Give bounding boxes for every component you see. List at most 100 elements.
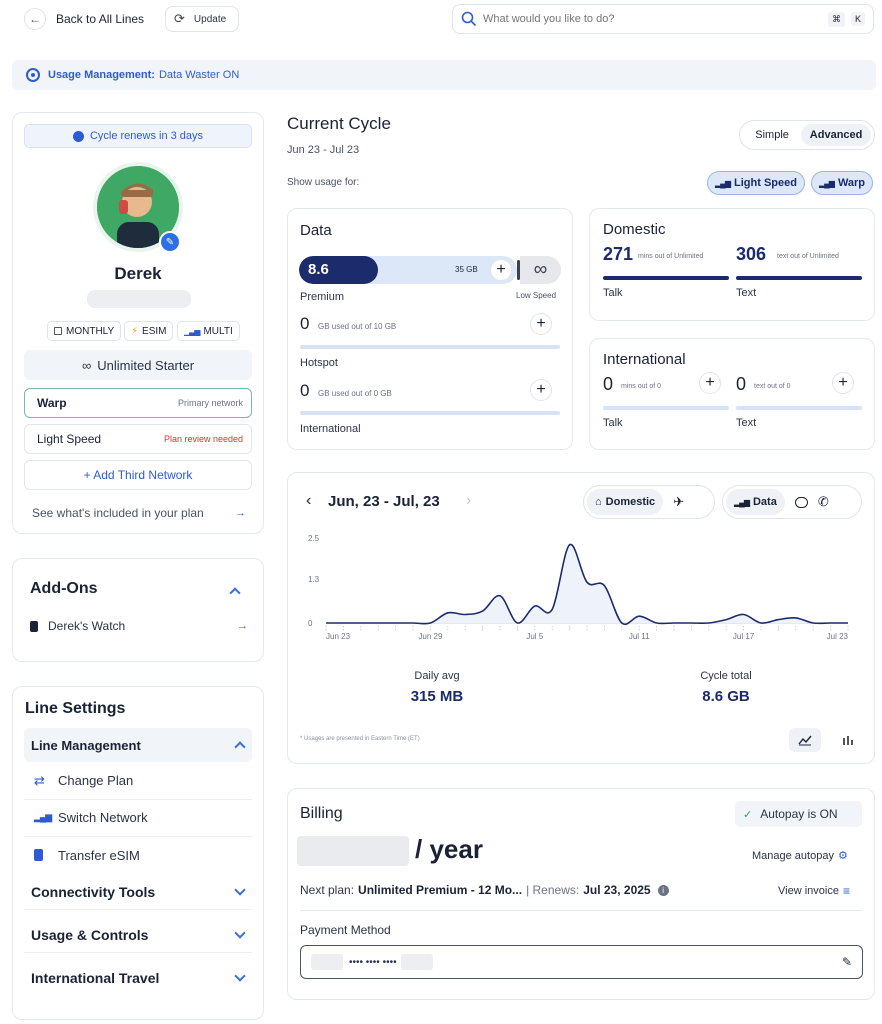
plan-name-box[interactable]: ∞ Unlimited Starter bbox=[24, 350, 252, 380]
switch-network-item[interactable]: ▂▄▆ Switch Network bbox=[24, 799, 252, 837]
manage-autopay-link[interactable]: Manage autopay ⚙ bbox=[752, 849, 848, 863]
mode-advanced-button[interactable]: Advanced bbox=[801, 124, 871, 146]
back-button[interactable]: ← Back to All Lines bbox=[14, 5, 152, 33]
scope-domestic-label: Domestic bbox=[605, 496, 656, 508]
usage-chart: 2.5 1.3 0 Jun 23 Jun 29 Jul 5 Jul 11 Jul 17 Jul… bbox=[308, 534, 849, 641]
view-invoice-label: View invoice bbox=[778, 885, 839, 897]
usage-management-banner[interactable]: Usage Management: Data Waster ON bbox=[12, 60, 876, 90]
view-invoice-link[interactable]: View invoice ≡ bbox=[778, 884, 850, 898]
line-chart-toggle[interactable] bbox=[789, 728, 821, 752]
prev-range-button[interactable]: ‹ bbox=[306, 492, 311, 510]
arrow-right-icon: → bbox=[237, 620, 248, 632]
filter-lightspeed-label: Light Speed bbox=[734, 177, 797, 189]
addons-card bbox=[12, 558, 264, 662]
payment-method-label: Payment Method bbox=[300, 923, 391, 937]
payment-method-field[interactable]: •••• •••• •••• ✎ bbox=[300, 945, 863, 979]
premium-value: 0 bbox=[300, 314, 310, 333]
renews-value: Jul 23, 2025 bbox=[583, 883, 651, 897]
chevron-up-icon bbox=[229, 587, 241, 599]
autopay-status[interactable]: ✓ Autopay is ON bbox=[735, 801, 862, 827]
hotspot-value: 0 bbox=[300, 381, 310, 400]
profile-name: Derek bbox=[114, 264, 162, 283]
network-warp-row[interactable]: Warp Primary network bbox=[24, 388, 252, 418]
add-intl-talk-button[interactable]: + bbox=[699, 372, 721, 394]
cycle-total-value: 8.6 GB bbox=[702, 688, 750, 705]
change-plan-item[interactable]: ⇄ Change Plan bbox=[24, 762, 252, 800]
add-premium-button[interactable]: + bbox=[530, 313, 552, 335]
chart-range: Jun, 23 - Jul, 23 bbox=[328, 493, 440, 510]
network-lightspeed-row[interactable]: Light Speed Plan review needed bbox=[24, 424, 252, 454]
view-mode-toggle[interactable]: Simple Advanced bbox=[739, 120, 875, 150]
type-data-label: Data bbox=[752, 496, 777, 508]
low-speed-label: Low Speed bbox=[516, 291, 557, 300]
chip-monthly: MONTHLY bbox=[47, 321, 122, 341]
edit-payment-icon[interactable]: ✎ bbox=[842, 955, 852, 969]
cycle-title: Current Cycle bbox=[287, 114, 391, 133]
signal-icon: ▂▄▆ bbox=[715, 178, 731, 188]
bolt-icon: ⚡ bbox=[131, 325, 139, 337]
usage-banner-value: Data Waster ON bbox=[158, 69, 240, 81]
domestic-talk-label: Talk bbox=[603, 287, 623, 299]
add-hotspot-button[interactable]: + bbox=[530, 379, 552, 401]
gear-icon: ⚙ bbox=[837, 850, 848, 862]
line-management-header[interactable]: Line Management bbox=[24, 728, 252, 762]
scope-domestic-button[interactable]: ⌂ Domestic bbox=[587, 489, 664, 515]
chip-esim: ⚡ ESIM bbox=[124, 321, 174, 341]
usage-controls-section[interactable]: Usage & Controls bbox=[24, 917, 252, 953]
usage-area bbox=[326, 544, 848, 625]
billing-divider bbox=[300, 910, 862, 911]
bar-chart-toggle[interactable] bbox=[832, 728, 864, 752]
search-input[interactable] bbox=[483, 13, 822, 25]
domestic-talk-note: mins out of Unlimited bbox=[638, 253, 704, 260]
edit-avatar-button[interactable]: ✎ bbox=[159, 231, 181, 253]
scope-toggle[interactable]: ⌂ Domestic ✈ bbox=[583, 485, 715, 519]
y-tick-label: 0 bbox=[308, 619, 313, 628]
airplane-icon[interactable]: ✈ bbox=[673, 494, 684, 510]
type-data-button[interactable]: ▂▄▆ Data bbox=[726, 489, 785, 515]
domestic-text-value: 306 bbox=[736, 244, 767, 264]
line-management-label: Line Management bbox=[31, 737, 141, 753]
card-mask: •••• •••• •••• bbox=[349, 956, 397, 968]
chip-multi: ▁▃▅ MULTI bbox=[177, 321, 240, 341]
intl-text-bar bbox=[736, 406, 862, 410]
network-lightspeed-status: Plan review needed bbox=[163, 434, 243, 444]
addons-collapse-button[interactable] bbox=[229, 585, 241, 599]
search-bar[interactable]: ⌘ K bbox=[452, 4, 874, 34]
filter-warp-button[interactable]: ▂▄▆ Warp bbox=[811, 171, 873, 195]
addon-item[interactable]: Derek's Watch → bbox=[30, 619, 250, 633]
filter-lightspeed-button[interactable]: ▂▄▆ Light Speed bbox=[707, 171, 805, 195]
add-network-button[interactable]: + Add Third Network bbox=[24, 460, 252, 490]
signal-icon: ▂▄▆ bbox=[818, 178, 835, 188]
x-tick-label: Jul 23 bbox=[827, 632, 849, 641]
international-title: International bbox=[603, 351, 686, 368]
data-title: Data bbox=[300, 222, 332, 239]
next-plan-line: Next plan: Unlimited Premium - 12 Mo... … bbox=[300, 883, 669, 897]
calendar-icon bbox=[54, 327, 62, 335]
connectivity-tools-section[interactable]: Connectivity Tools bbox=[24, 874, 252, 910]
y-tick-label: 1.3 bbox=[308, 575, 320, 584]
network-warp-status: Primary network bbox=[177, 398, 243, 408]
connectivity-tools-label: Connectivity Tools bbox=[31, 883, 156, 900]
see-included-link[interactable]: See what's included in your plan → bbox=[32, 506, 246, 520]
cycle-total-label: Cycle total bbox=[700, 670, 752, 682]
transfer-esim-item[interactable]: Transfer eSIM bbox=[24, 836, 252, 874]
line-chart-icon bbox=[798, 735, 812, 746]
low-speed-meter: ∞ bbox=[520, 256, 561, 284]
intl-text-label: Text bbox=[736, 417, 757, 429]
see-included-label: See what's included in your plan bbox=[32, 506, 204, 520]
info-icon[interactable]: i bbox=[657, 884, 669, 896]
x-tick-label: Jun 29 bbox=[418, 632, 443, 641]
message-icon[interactable] bbox=[794, 496, 808, 508]
phone-icon[interactable]: ✆ bbox=[818, 494, 829, 510]
update-button[interactable]: ⟳ Update bbox=[165, 6, 239, 32]
back-label: Back to All Lines bbox=[56, 12, 145, 26]
mode-simple-button[interactable]: Simple bbox=[743, 129, 801, 141]
add-data-button[interactable]: + bbox=[490, 259, 512, 281]
bar-chart-icon: ▂▄▆ bbox=[734, 497, 750, 507]
type-toggle[interactable]: ▂▄▆ Data ✆ bbox=[722, 485, 862, 519]
add-intl-text-button[interactable]: + bbox=[832, 372, 854, 394]
next-plan-value: Unlimited Premium - 12 Mo... bbox=[358, 883, 523, 897]
next-range-button[interactable]: › bbox=[466, 492, 471, 510]
international-travel-section[interactable]: International Travel bbox=[24, 960, 252, 996]
daily-avg-label: Daily avg bbox=[414, 670, 460, 682]
